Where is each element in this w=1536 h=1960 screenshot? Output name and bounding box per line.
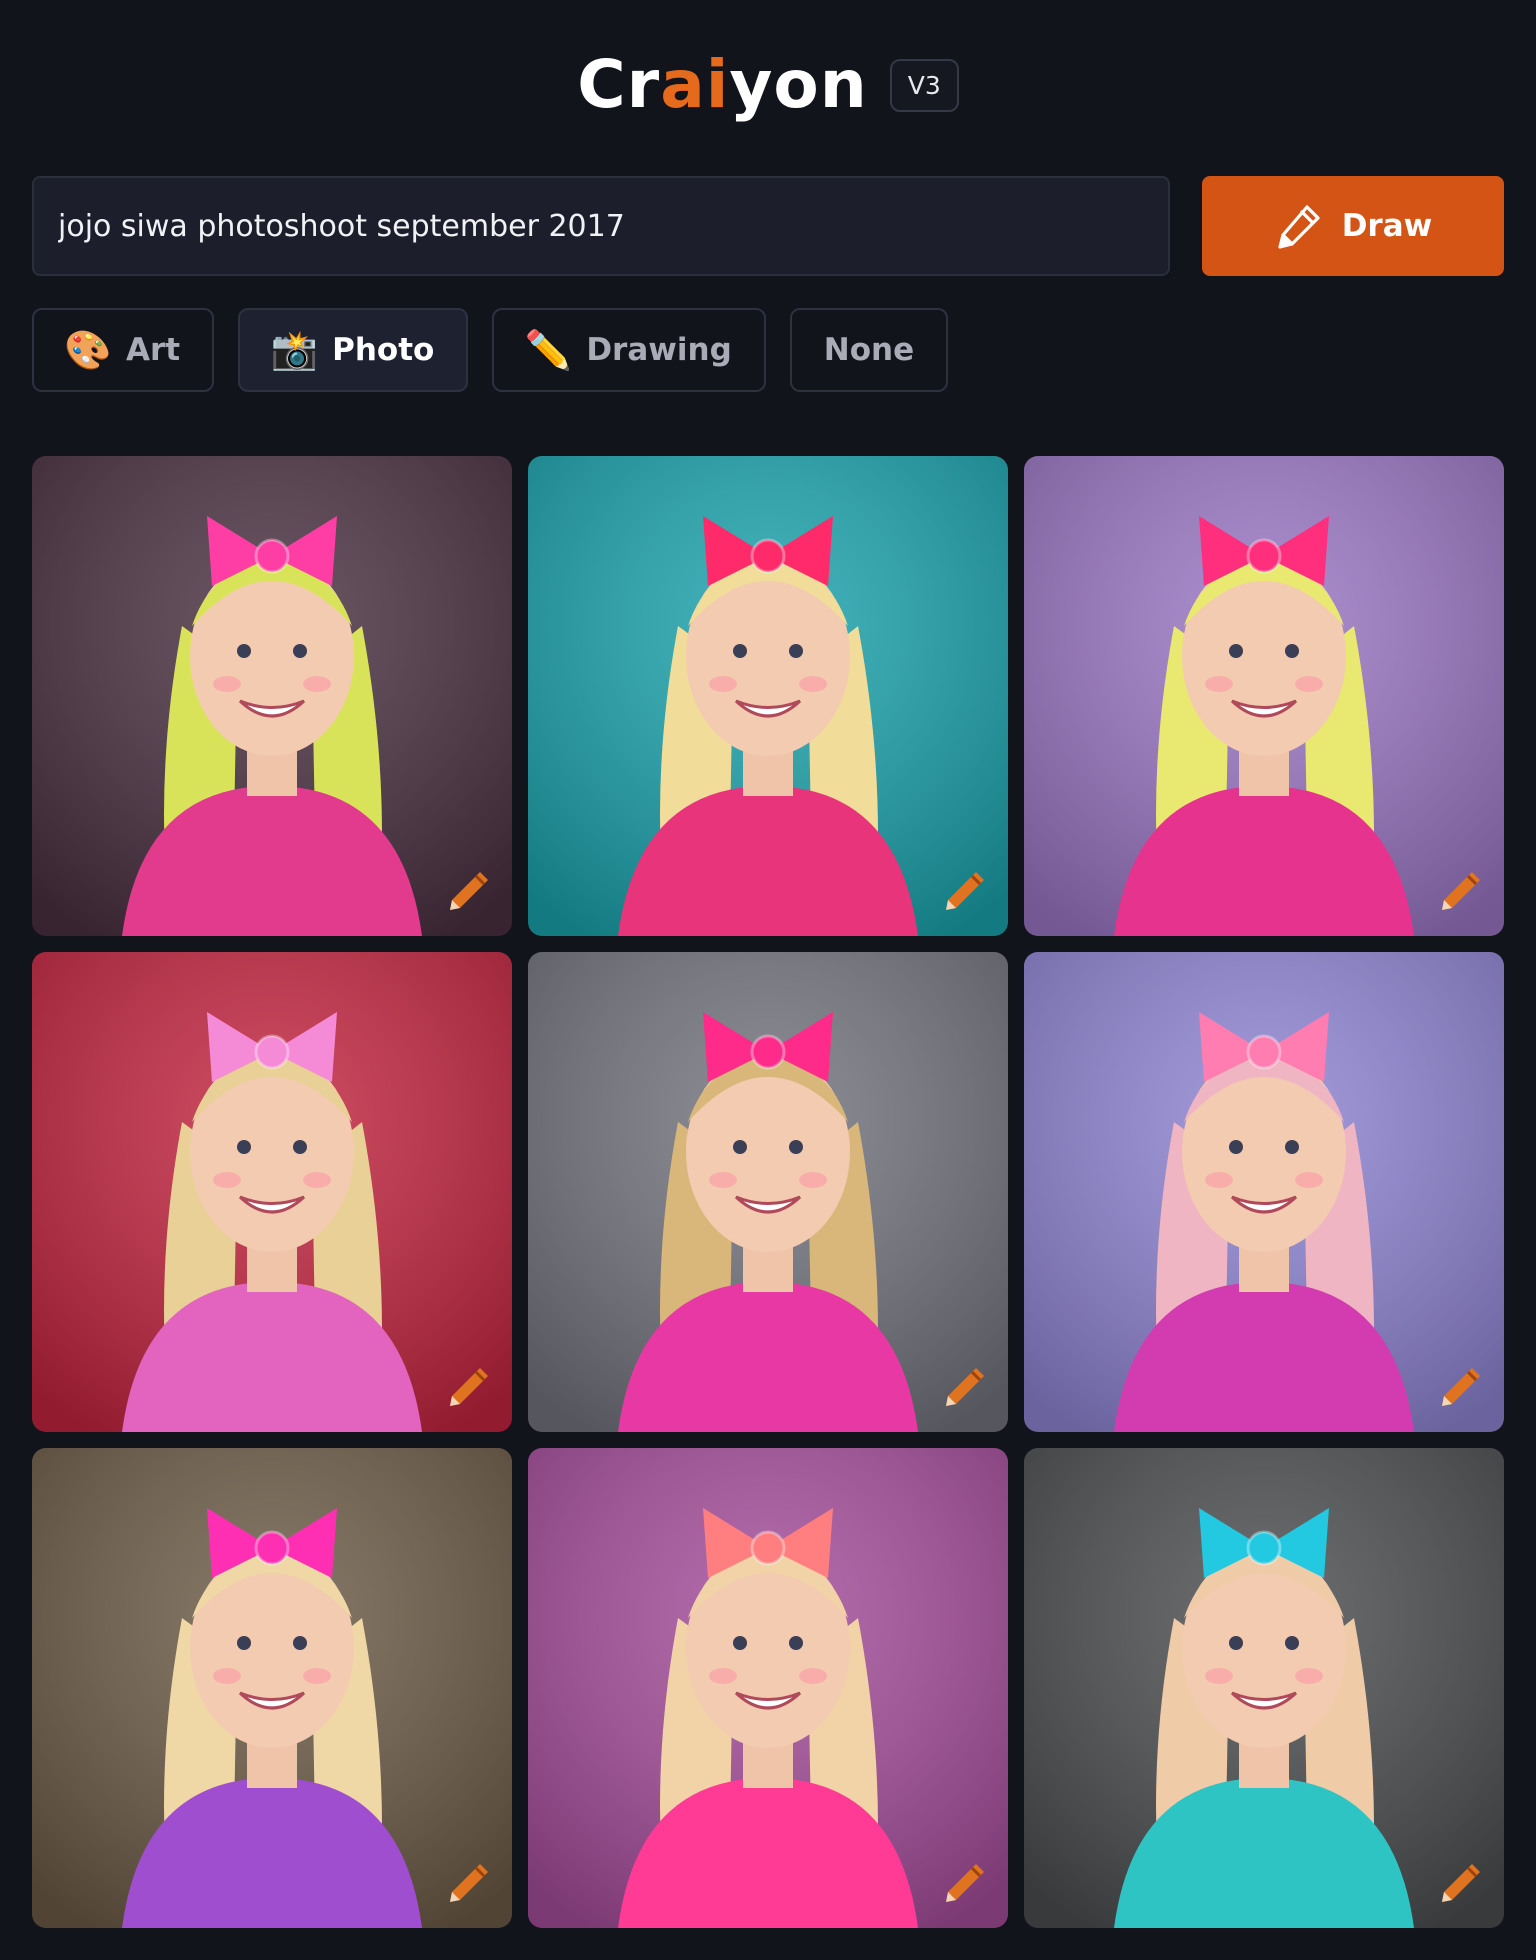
style-chip-label: Art [126,332,181,368]
pencil-icon: ✏️ [524,328,572,372]
edit-pencil-icon[interactable] [938,866,990,918]
generated-photo [528,1448,1008,1928]
style-chip-label: Drawing [586,332,732,368]
style-chip-photo[interactable]: 📸 Photo [238,308,469,392]
result-image-9[interactable] [1024,1448,1504,1928]
result-image-6[interactable] [1024,952,1504,1432]
result-image-8[interactable] [528,1448,1008,1928]
pencil-icon [1278,205,1320,249]
edit-pencil-icon[interactable] [442,1362,494,1414]
edit-pencil-icon[interactable] [938,1362,990,1414]
edit-pencil-icon[interactable] [1434,1858,1486,1910]
craiyon-logo[interactable]: Cr ai yon [577,52,868,118]
generated-photo [1024,1448,1504,1928]
header: Cr ai yon V3 [0,0,1536,170]
style-chip-label: None [823,332,915,368]
style-selector: 🎨 Art 📸 Photo ✏️ Drawing None [32,308,949,392]
generated-photo [32,456,512,936]
style-chip-label: Photo [332,332,435,368]
logo-text-start: Cr [577,46,661,123]
edit-pencil-icon[interactable] [442,1858,494,1910]
camera-flash-icon: 📸 [270,328,318,372]
generated-photo [1024,952,1504,1432]
logo-text-end: yon [729,46,868,123]
result-image-1[interactable] [32,456,512,936]
prompt-row: Draw [32,176,1504,276]
generated-photo [32,1448,512,1928]
results-grid [32,456,1504,1928]
edit-pencil-icon[interactable] [1434,866,1486,918]
generated-photo [1024,456,1504,936]
draw-button-label: Draw [1341,208,1433,244]
edit-pencil-icon[interactable] [442,866,494,918]
result-image-7[interactable] [32,1448,512,1928]
logo-text-accent: ai [660,46,730,123]
generated-photo [528,952,1008,1432]
style-chip-art[interactable]: 🎨 Art [32,308,215,392]
edit-pencil-icon[interactable] [1434,1362,1486,1414]
result-image-2[interactable] [528,456,1008,936]
generated-photo [32,952,512,1432]
version-badge: V3 [889,58,959,112]
result-image-5[interactable] [528,952,1008,1432]
generated-photo [528,456,1008,936]
prompt-input[interactable] [32,176,1170,276]
result-image-3[interactable] [1024,456,1504,936]
palette-icon: 🎨 [64,328,112,372]
draw-button[interactable]: Draw [1202,176,1504,276]
result-image-4[interactable] [32,952,512,1432]
edit-pencil-icon[interactable] [938,1858,990,1910]
style-chip-none[interactable]: None [789,308,949,392]
style-chip-drawing[interactable]: ✏️ Drawing [492,308,766,392]
